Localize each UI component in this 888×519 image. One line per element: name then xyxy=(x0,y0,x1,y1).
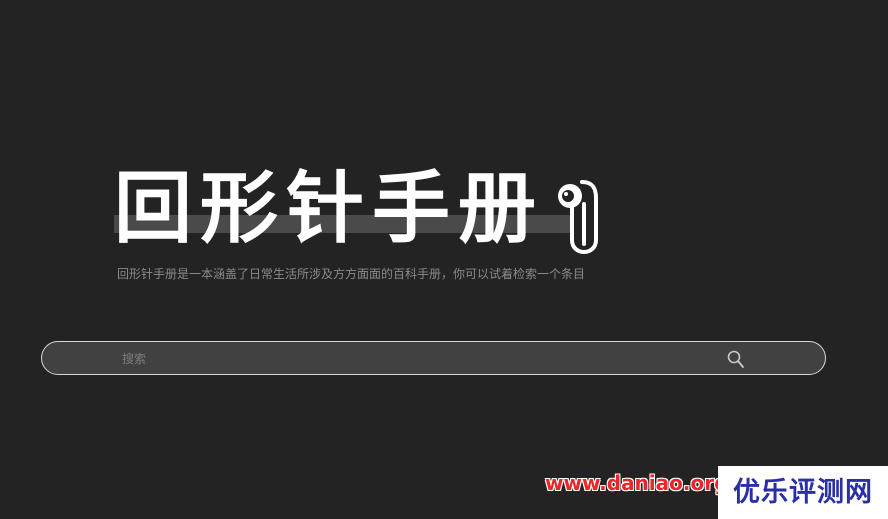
search-bar[interactable] xyxy=(41,341,826,376)
search-input[interactable] xyxy=(120,342,724,376)
paperclip-mascot-icon xyxy=(558,180,598,254)
tagline: 回形针手册是一本涵盖了日常生活所涉及方方面面的百科手册，你可以试着检索一个条目 xyxy=(117,267,586,281)
logo-title: 回形针手册 xyxy=(114,164,545,254)
watermark-badge: 优乐评测网 xyxy=(718,466,888,519)
home-page: 回形针手册 回形针手册是一本涵盖了日常生活所涉及方方面面的百科手册，你可以试着检… xyxy=(0,0,888,519)
logo: 回形针手册 xyxy=(114,164,614,255)
search-icon[interactable] xyxy=(726,349,746,369)
watermark-url: www.daniao.org xyxy=(545,471,729,495)
